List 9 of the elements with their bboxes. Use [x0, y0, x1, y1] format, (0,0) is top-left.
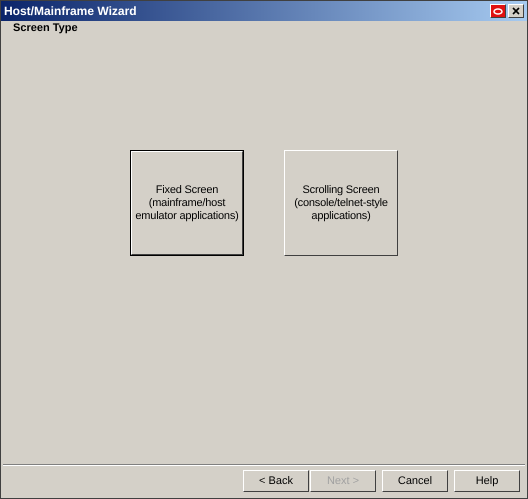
close-icon: [512, 7, 520, 15]
screen-type-option[interactable]: Fixed Screen (mainframe/host emulator applications): [130, 150, 244, 256]
screen-type-option[interactable]: Scrolling Screen (console/telnet-style applications): [284, 150, 398, 256]
wizard-button[interactable]: < Back: [243, 470, 309, 492]
window-title: Host/Mainframe Wizard: [4, 4, 137, 18]
close-button[interactable]: [508, 4, 524, 18]
page-title: Screen Type: [12, 21, 79, 35]
wizard-button[interactable]: Cancel: [382, 470, 448, 492]
wizard-button[interactable]: Help: [454, 470, 520, 492]
